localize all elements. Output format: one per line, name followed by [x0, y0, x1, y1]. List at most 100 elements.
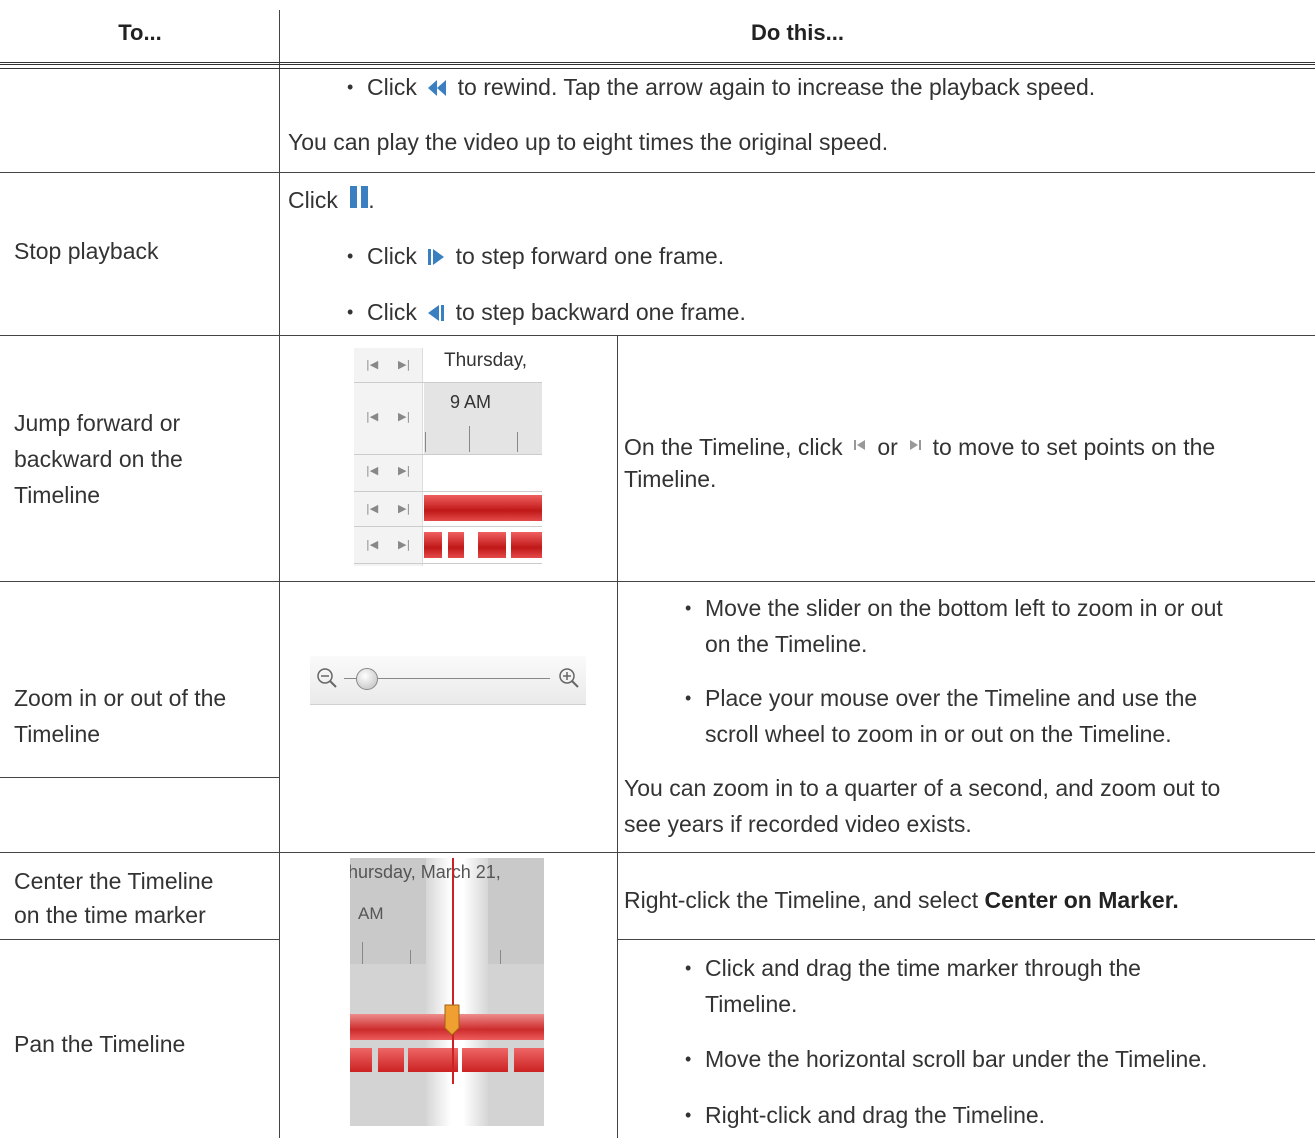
column-divider-1: [279, 10, 280, 1138]
center-label-line1: Center the Timeline: [14, 868, 214, 894]
skip-end-icon[interactable]: ▶|: [398, 502, 410, 515]
timeline-separator: [354, 563, 542, 564]
row-rule-6: [617, 939, 1315, 940]
skip-end-icon[interactable]: ▶|: [398, 358, 410, 371]
pan-label: Pan the Timeline: [14, 1031, 186, 1057]
jump-desc-post: to move to set points on the: [932, 434, 1216, 460]
row-rule-3: [0, 581, 1315, 582]
pan-bullet-2-line1: Move the horizontal scroll bar under the…: [705, 1046, 1208, 1072]
timeline-separator: [354, 526, 542, 527]
timeline-separator: [354, 454, 542, 455]
pan-bullet-1-line1: Click and drag the time marker through t…: [705, 955, 1141, 981]
skip-start-icon[interactable]: |◀: [366, 538, 378, 551]
timeline-center-image: hursday, March 21, AM: [350, 858, 544, 1126]
zoom-bullet-1: • Move the slider on the bottom left to …: [685, 590, 1223, 662]
jump-desc-line2: Timeline.: [624, 466, 717, 492]
jump-desc-pre: On the Timeline, click: [624, 434, 843, 460]
center-on-marker-label: Center on Marker.: [984, 887, 1179, 913]
zoom-note-line2: see years if recorded video exists.: [624, 811, 972, 837]
timeline-day-label: hursday, March 21,: [350, 862, 501, 882]
time-marker-handle[interactable]: [444, 1004, 460, 1042]
bullet-dot: •: [347, 246, 354, 266]
bullet-dot: •: [685, 598, 692, 618]
skip-start-icon[interactable]: |◀: [366, 358, 378, 371]
bullet-dot: •: [685, 1105, 692, 1125]
recording-segment: [514, 1048, 544, 1072]
bullet-dot: •: [685, 1049, 692, 1069]
stop-click-text: Click: [288, 187, 338, 213]
rewind-icon[interactable]: [427, 71, 447, 107]
pan-bullet-3: • Right-click and drag the Timeline.: [685, 1097, 1046, 1133]
stop-click-line: Click .: [288, 182, 375, 220]
pan-bullet-3-line1: Right-click and drag the Timeline.: [705, 1102, 1046, 1128]
jump-label-line3: Timeline: [14, 482, 101, 508]
skip-end-icon[interactable]: ▶|: [398, 464, 410, 477]
recording-segment: [424, 532, 442, 558]
recording-segment: [462, 1048, 508, 1072]
timeline-time-label: AM: [358, 904, 384, 923]
time-marker-line[interactable]: [452, 858, 454, 1084]
pause-icon[interactable]: [348, 184, 370, 220]
timeline-tick: [469, 426, 470, 452]
pan-bullet-1: • Click and drag the time marker through…: [685, 950, 1141, 1022]
skip-end-icon[interactable]: ▶|: [398, 410, 410, 423]
skip-start-icon[interactable]: [853, 425, 867, 461]
timeline-time-label: 9 AM: [450, 392, 492, 412]
step-backward-bullet: • Click to step backward one frame.: [347, 294, 746, 332]
bullet-dot: •: [347, 77, 354, 97]
recording-segment: [448, 532, 464, 558]
zoom-bullet-2-line1: Place your mouse over the Timeline and u…: [705, 685, 1198, 711]
timeline-tick: [410, 950, 411, 964]
row-rule-7: [0, 852, 1315, 853]
highlight-band: [426, 858, 488, 1126]
timeline-tick: [517, 432, 518, 452]
bullet-dot: •: [685, 958, 692, 978]
header-rule: [0, 62, 1315, 69]
step-backward-desc: to step backward one frame.: [455, 299, 746, 325]
zoom-label-line1: Zoom in or out of the: [14, 685, 227, 711]
timeline-tick: [362, 942, 363, 964]
skip-end-icon[interactable]: [908, 425, 922, 461]
timeline-tick: [425, 432, 426, 452]
column-divider-sub-b: [617, 597, 618, 1138]
jump-label-line2: backward on the: [14, 446, 183, 472]
step-backward-icon[interactable]: [427, 296, 445, 332]
zoom-slider-thumb[interactable]: [356, 668, 378, 690]
center-label-line2: on the time marker: [14, 902, 206, 928]
zoom-label-line2: Timeline: [14, 721, 101, 747]
stop-playback-label: Stop playback: [14, 238, 159, 264]
header-to: To...: [118, 20, 162, 45]
step-forward-icon[interactable]: [427, 240, 445, 276]
recording-segment: [350, 1048, 372, 1072]
zoom-bullet-2: • Place your mouse over the Timeline and…: [685, 680, 1198, 752]
zoom-in-icon[interactable]: [558, 667, 580, 695]
skip-start-icon[interactable]: |◀: [366, 410, 378, 423]
stop-period: .: [368, 187, 375, 213]
skip-start-icon[interactable]: |◀: [366, 502, 378, 515]
timeline-jump-image: Thursday, 9 AM |◀ ▶| |◀ ▶| |◀ ▶| |◀ ▶| |…: [354, 348, 542, 566]
column-divider-sub-a: [617, 335, 618, 597]
timeline-separator: [354, 382, 542, 383]
step-backward-click: Click: [367, 299, 417, 325]
zoom-out-icon[interactable]: [316, 667, 338, 695]
row-rule-5: [0, 939, 280, 940]
timeline-button-column: [354, 348, 423, 566]
rewind-note: You can play the video up to eight times…: [288, 129, 889, 155]
rewind-bullet: • Click to rewind. Tap the arrow again t…: [347, 69, 1095, 107]
center-desc: Right-click the Timeline, and select Cen…: [624, 882, 1179, 918]
timeline-day-label: Thursday,: [444, 350, 528, 371]
row-rule-1: [0, 172, 1315, 173]
recording-segment: [511, 532, 542, 558]
header-do-this: Do this...: [751, 20, 844, 45]
bullet-dot: •: [685, 688, 692, 708]
zoom-bullet-1-line1: Move the slider on the bottom left to zo…: [705, 595, 1223, 621]
zoom-slider-image: [310, 656, 586, 705]
timeline-tick: [500, 950, 501, 964]
skip-end-icon[interactable]: ▶|: [398, 538, 410, 551]
recording-segment: [408, 1048, 458, 1072]
center-desc-text: Right-click the Timeline, and select: [624, 887, 979, 913]
jump-label-line1: Jump forward or: [14, 410, 181, 436]
step-forward-desc: to step forward one frame.: [455, 243, 725, 269]
skip-start-icon[interactable]: |◀: [366, 464, 378, 477]
recording-segment: [378, 1048, 404, 1072]
